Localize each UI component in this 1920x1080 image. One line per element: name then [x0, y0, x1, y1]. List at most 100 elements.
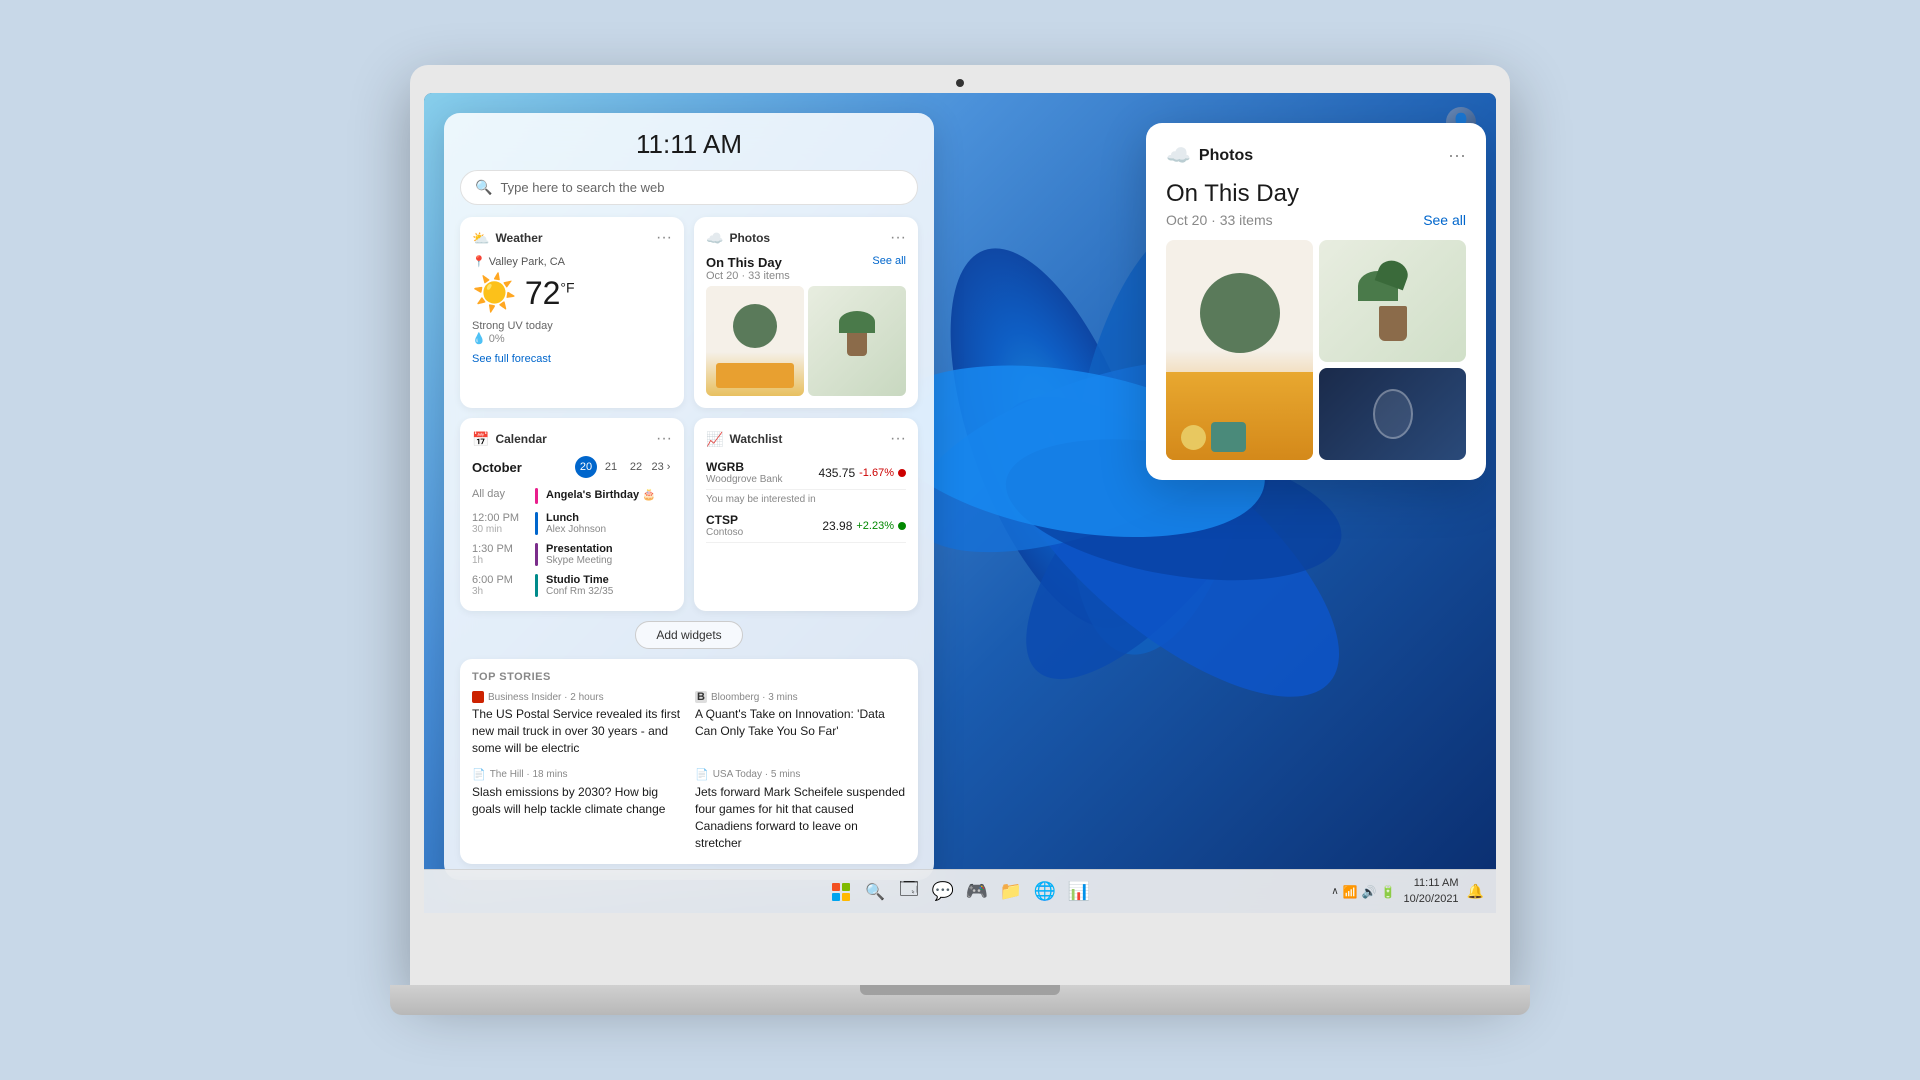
event-bar-purple: [535, 543, 538, 566]
photos-exp-title-row: ☁️ Photos: [1166, 143, 1253, 168]
on-this-day-title: On This Day: [706, 255, 790, 270]
taskbar-search-button[interactable]: 🔍: [861, 878, 889, 906]
taskbar-store-button[interactable]: 📊: [1065, 878, 1093, 906]
taskbar-teams-button[interactable]: 💬: [929, 878, 957, 906]
calendar-events: All day Angela's Birthday 🎂 12:00 PM: [472, 486, 672, 599]
calendar-days: 20 21 22 23 ›: [575, 456, 672, 478]
weather-header: ⛅ Weather ···: [472, 229, 672, 247]
taskbar-widgets-button[interactable]: 🗔: [895, 878, 923, 906]
event-birthday: All day Angela's Birthday 🎂: [472, 486, 672, 506]
photos-menu[interactable]: ···: [890, 229, 906, 247]
tray-notification-icon[interactable]: 🔔: [1467, 883, 1484, 900]
stock-ctsp-info: CTSP Contoso: [706, 513, 743, 538]
event-studio-info: Studio Time Conf Rm 32/35: [546, 574, 613, 597]
event-presentation: 1:30 PM 1h Presentation Skype Meeting: [472, 541, 672, 568]
calendar-header: 📅 Calendar ···: [472, 430, 672, 448]
system-tray: ∧ 📶 🔊 🔋: [1331, 885, 1395, 899]
laptop-base: [390, 985, 1530, 1015]
on-this-day-sub: Oct 20 · 33 items: [706, 270, 790, 282]
watchlist-icon: 📈: [706, 431, 723, 448]
widgets-time: 11:11 AM: [460, 129, 918, 160]
weather-main: ☀️ 72°F: [472, 272, 672, 314]
photos-exp-sub: Oct 20 · 33 items See all: [1166, 212, 1466, 228]
taskbar-xbox-icon: 🎮: [966, 881, 988, 902]
stock-ctsp[interactable]: CTSP Contoso 23.98 +2.23%: [706, 509, 906, 543]
calendar-icon: 📅: [472, 431, 489, 448]
photos-expanded-card: ☁️ Photos ··· On This Day Oct 20 · 33 it…: [1146, 123, 1486, 480]
photo-thumb-1[interactable]: [706, 286, 804, 396]
search-placeholder: Type here to search the web: [500, 180, 664, 195]
weather-menu[interactable]: ···: [656, 229, 672, 247]
watchlist-title: Watchlist: [729, 432, 782, 446]
weather-forecast-link[interactable]: See full forecast: [472, 353, 672, 365]
weather-precipitation: 💧 0%: [472, 332, 672, 345]
taskbar-center: 🔍 🗔 💬 🎮 📁: [827, 878, 1093, 906]
win-logo-q4: [842, 893, 850, 901]
photos-see-all[interactable]: See all: [872, 255, 906, 267]
taskbar-time[interactable]: 11:11 AM 10/20/2021: [1404, 876, 1459, 907]
taskbar-edge-icon: 🌐: [1034, 881, 1056, 902]
tray-volume-icon: 🔊: [1362, 885, 1377, 899]
news-item-1[interactable]: B Bloomberg · 3 mins A Quant's Take on I…: [695, 691, 906, 756]
taskbar-search-icon: 🔍: [865, 882, 885, 902]
news-logo-0: [472, 691, 484, 703]
photo-exp-small-1[interactable]: [1319, 240, 1466, 362]
photos-title: Photos: [729, 231, 770, 245]
news-source-2: 📄 The Hill · 18 mins: [472, 768, 683, 781]
taskbar-date: 10/20/2021: [1404, 892, 1459, 907]
watchlist-menu[interactable]: ···: [890, 430, 906, 448]
calendar-menu[interactable]: ···: [656, 430, 672, 448]
photos-exp-menu[interactable]: ···: [1448, 145, 1466, 166]
photos-exp-date: Oct 20 · 33 items: [1166, 212, 1273, 228]
tray-battery-icon: 🔋: [1381, 885, 1396, 899]
news-grid: Business Insider · 2 hours The US Postal…: [472, 691, 906, 852]
photos-exp-header: ☁️ Photos ···: [1166, 143, 1466, 168]
cal-day-23[interactable]: 23 ›: [650, 456, 672, 478]
may-interest-label: You may be interested in: [706, 490, 906, 509]
stock-wgrb[interactable]: WGRB Woodgrove Bank 435.75 -1.67%: [706, 456, 906, 490]
weather-location: 📍 Valley Park, CA: [472, 255, 672, 268]
event-bar-teal: [535, 574, 538, 597]
photo-exp-large[interactable]: [1166, 240, 1313, 460]
event-bar-blue: [535, 512, 538, 535]
cal-day-22[interactable]: 22: [625, 456, 647, 478]
weather-icon: ⛅: [472, 230, 489, 247]
top-stories-label: TOP STORIES: [472, 671, 906, 683]
news-item-3[interactable]: 📄 USA Today · 5 mins Jets forward Mark S…: [695, 768, 906, 851]
taskbar-start-button[interactable]: [827, 878, 855, 906]
photo-thumb-2[interactable]: [808, 286, 906, 396]
calendar-month: October: [472, 460, 522, 475]
tray-up-arrow[interactable]: ∧: [1331, 886, 1338, 897]
event-studio: 6:00 PM 3h Studio Time Conf Rm 32/35: [472, 572, 672, 599]
photos-icon: ☁️: [706, 230, 723, 247]
taskbar-xbox-button[interactable]: 🎮: [963, 878, 991, 906]
taskbar-explorer-icon: 📁: [1000, 881, 1022, 902]
taskbar-edge-button[interactable]: 🌐: [1031, 878, 1059, 906]
photos-header: ☁️ Photos ···: [706, 229, 906, 247]
photos-widget: ☁️ Photos ··· On This Day Oct 20 · 33 it…: [694, 217, 918, 408]
stock-wgrb-info: WGRB Woodgrove Bank: [706, 460, 783, 485]
win-logo-q2: [842, 883, 850, 891]
win-logo-q3: [832, 893, 840, 901]
photo-exp-small-2[interactable]: [1319, 368, 1466, 460]
news-item-0[interactable]: Business Insider · 2 hours The US Postal…: [472, 691, 683, 756]
taskbar-explorer-button[interactable]: 📁: [997, 878, 1025, 906]
cal-day-21[interactable]: 21: [600, 456, 622, 478]
photos-exp-see-all[interactable]: See all: [1423, 212, 1466, 228]
desktop: 👤 11:11 AM 🔍 Type here to search the web: [424, 93, 1496, 913]
search-bar[interactable]: 🔍 Type here to search the web: [460, 170, 918, 205]
taskbar-right: ∧ 📶 🔊 🔋 11:11 AM 10/20/2021 🔔: [1331, 876, 1484, 907]
watchlist-title-row: 📈 Watchlist: [706, 431, 782, 448]
taskbar-clock: 11:11 AM: [1404, 876, 1459, 891]
webcam: [956, 79, 964, 87]
news-headline-0: The US Postal Service revealed its first…: [472, 706, 683, 756]
event-bar-pink: [535, 488, 538, 504]
news-item-2[interactable]: 📄 The Hill · 18 mins Slash emissions by …: [472, 768, 683, 851]
weather-title-row: ⛅ Weather: [472, 230, 543, 247]
add-widgets-button[interactable]: Add widgets: [635, 621, 742, 649]
cal-day-20[interactable]: 20: [575, 456, 597, 478]
calendar-widget: 📅 Calendar ··· October 20 21 22: [460, 418, 684, 611]
watchlist-header: 📈 Watchlist ···: [706, 430, 906, 448]
windows-logo: [832, 883, 850, 901]
watchlist-widget: 📈 Watchlist ··· WGRB Woodgrove Bank: [694, 418, 918, 611]
